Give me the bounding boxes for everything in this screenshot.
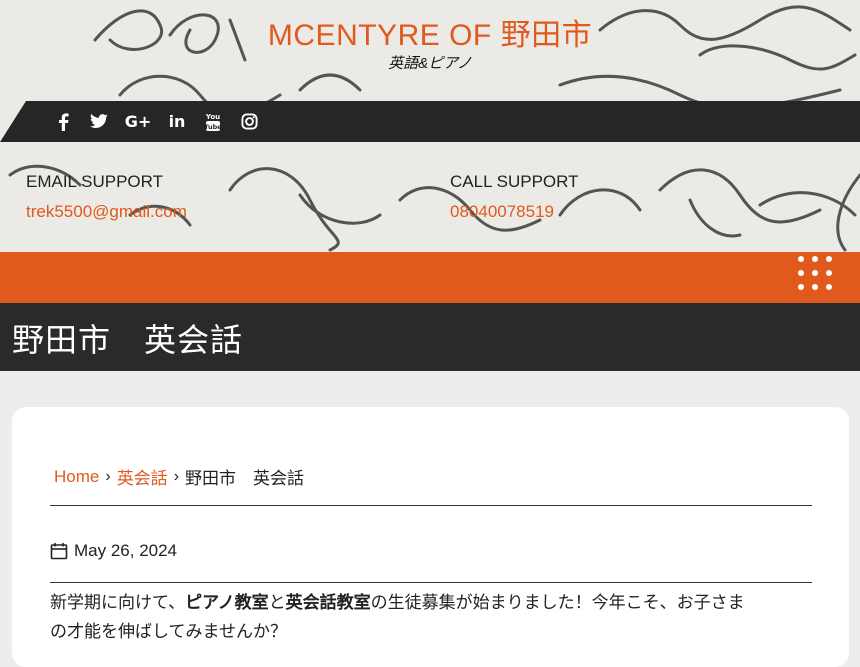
google-plus-icon[interactable]: G+ xyxy=(124,111,152,133)
breadcrumb-current: 野田市 英会話 xyxy=(185,469,305,488)
site-header: MCENTYRE OF 野田市 英語&ピアノ G+ in You Tube EM… xyxy=(0,0,860,252)
post-date-text: May 26, 2024 xyxy=(74,541,178,560)
site-tagline: 英語&ピアノ xyxy=(388,55,472,72)
instagram-icon[interactable] xyxy=(238,111,260,133)
post-line-2: の才能を伸ばしてみませんか？ xyxy=(50,622,287,641)
breadcrumb-home-link[interactable]: Home xyxy=(54,467,99,487)
post-emphasis-piano: ピアノ教室 xyxy=(185,593,269,612)
post-body: 新学期に向けて、ピアノ教室と英会話教室の生徒募集が始まりました！今年こそ、お子さ… xyxy=(50,588,820,646)
post-text: 新学期に向けて、 xyxy=(50,593,186,612)
post-emphasis-english: 英会話教室 xyxy=(285,593,371,612)
social-icons: G+ in You Tube xyxy=(52,101,260,142)
chevron-right-icon: › xyxy=(173,467,180,485)
social-bar-notch xyxy=(0,101,26,142)
post-date: May 26, 2024 xyxy=(50,541,177,561)
content-card: Home › 英会話 › 野田市 英会話 May 26, 2024 新学期に向け… xyxy=(12,407,849,667)
breadcrumb: Home › 英会話 › 野田市 英会話 xyxy=(54,464,304,489)
email-support-link[interactable]: trek5500@gmail.com xyxy=(26,202,187,222)
post-line-1: 新学期に向けて、ピアノ教室と英会話教室の生徒募集が始まりました！今年こそ、お子さ… xyxy=(50,588,820,617)
page-title: 野田市 英会話 xyxy=(12,322,244,358)
twitter-icon[interactable] xyxy=(88,111,110,133)
menu-toggle-button[interactable] xyxy=(798,256,834,292)
main-nav-bar xyxy=(0,252,860,303)
svg-text:Tube: Tube xyxy=(205,123,221,131)
email-support: EMAIL SUPPORT trek5500@gmail.com xyxy=(26,172,187,222)
breadcrumb-category-link[interactable]: 英会話 xyxy=(117,464,168,489)
call-support: CALL SUPPORT 08040078519 xyxy=(450,172,579,222)
social-bar: G+ in You Tube xyxy=(0,101,860,142)
post-text: の生徒募集が始まりました！今年こそ、お子さま xyxy=(370,593,745,612)
site-title[interactable]: MCENTYRE OF 野田市 xyxy=(0,10,860,54)
divider xyxy=(50,582,812,583)
calendar-icon xyxy=(50,543,68,560)
svg-text:You: You xyxy=(205,113,220,121)
page-title-band: 野田市 英会話 xyxy=(0,303,860,371)
email-support-label: EMAIL SUPPORT xyxy=(26,172,163,191)
linkedin-icon[interactable]: in xyxy=(166,111,188,133)
call-support-label: CALL SUPPORT xyxy=(450,172,579,191)
call-support-link[interactable]: 08040078519 xyxy=(450,202,579,222)
youtube-icon[interactable]: You Tube xyxy=(202,111,224,133)
divider xyxy=(50,505,812,506)
post-text: と xyxy=(268,593,286,612)
chevron-right-icon: › xyxy=(105,467,111,485)
facebook-icon[interactable] xyxy=(52,111,74,133)
